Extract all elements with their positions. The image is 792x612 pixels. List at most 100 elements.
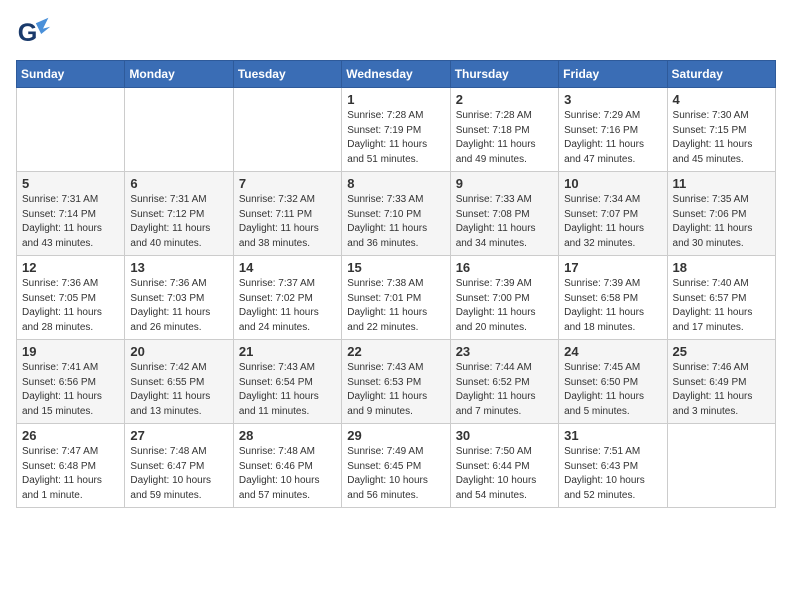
day-info: Sunrise: 7:34 AM Sunset: 7:07 PM Dayligh… [564, 193, 661, 251]
svg-text:G: G [18, 19, 38, 47]
calendar-cell: 30Sunrise: 7:50 AM Sunset: 6:44 PM Dayli… [450, 424, 558, 508]
calendar-day-header: Monday [125, 61, 233, 88]
day-info: Sunrise: 7:31 AM Sunset: 7:12 PM Dayligh… [130, 193, 227, 251]
day-info: Sunrise: 7:28 AM Sunset: 7:18 PM Dayligh… [456, 109, 553, 167]
calendar-day-header: Sunday [17, 61, 125, 88]
calendar-cell: 27Sunrise: 7:48 AM Sunset: 6:47 PM Dayli… [125, 424, 233, 508]
calendar-cell: 7 Sunrise: 7:32 AM Sunset: 7:11 PM Daylig… [233, 172, 341, 256]
calendar-day-header: Saturday [667, 61, 775, 88]
calendar-cell: 19 Sunrise: 7:41 AM Sunset: 6:56 PM Dayli… [17, 340, 125, 424]
day-number: 29 [347, 428, 444, 443]
page-header: G [16, 16, 776, 52]
day-number: 5 [22, 176, 119, 191]
calendar-cell: 23Sunrise: 7:44 AM Sunset: 6:52 PM Dayli… [450, 340, 558, 424]
day-info: Sunrise: 7:32 AM Sunset: 7:11 PM Dayligh… [239, 193, 336, 251]
calendar-day-header: Wednesday [342, 61, 450, 88]
calendar-cell: 15Sunrise: 7:38 AM Sunset: 7:01 PM Dayli… [342, 256, 450, 340]
calendar-cell [125, 88, 233, 172]
calendar-cell: 2 Sunrise: 7:28 AM Sunset: 7:18 PM Daylig… [450, 88, 558, 172]
day-info: Sunrise: 7:31 AM Sunset: 7:14 PM Dayligh… [22, 193, 119, 251]
day-number: 6 [130, 176, 227, 191]
calendar-cell: 13 Sunrise: 7:36 AM Sunset: 7:03 PM Dayli… [125, 256, 233, 340]
logo-icon: G [16, 16, 52, 52]
calendar-cell: 22 Sunrise: 7:43 AM Sunset: 6:53 PM Dayli… [342, 340, 450, 424]
day-number: 26 [22, 428, 119, 443]
day-info: Sunrise: 7:29 AM Sunset: 7:16 PM Dayligh… [564, 109, 661, 167]
calendar-table: SundayMondayTuesdayWednesdayThursdayFrid… [16, 60, 776, 508]
calendar-week-row: 19 Sunrise: 7:41 AM Sunset: 6:56 PM Dayli… [17, 340, 776, 424]
day-info: Sunrise: 7:43 AM Sunset: 6:53 PM Dayligh… [347, 361, 444, 419]
calendar-cell [17, 88, 125, 172]
day-info: Sunrise: 7:39 AM Sunset: 6:58 PM Dayligh… [564, 277, 661, 335]
calendar-cell: 3 Sunrise: 7:29 AM Sunset: 7:16 PM Daylig… [559, 88, 667, 172]
day-info: Sunrise: 7:46 AM Sunset: 6:49 PM Dayligh… [673, 361, 770, 419]
calendar-cell: 5 Sunrise: 7:31 AM Sunset: 7:14 PM Daylig… [17, 172, 125, 256]
day-number: 24 [564, 344, 661, 359]
day-number: 27 [130, 428, 227, 443]
logo: G [16, 16, 56, 52]
calendar-cell: 14Sunrise: 7:37 AM Sunset: 7:02 PM Dayli… [233, 256, 341, 340]
calendar-cell: 8Sunrise: 7:33 AM Sunset: 7:10 PM Daylig… [342, 172, 450, 256]
day-info: Sunrise: 7:40 AM Sunset: 6:57 PM Dayligh… [673, 277, 770, 335]
day-info: Sunrise: 7:33 AM Sunset: 7:10 PM Dayligh… [347, 193, 444, 251]
day-info: Sunrise: 7:43 AM Sunset: 6:54 PM Dayligh… [239, 361, 336, 419]
day-info: Sunrise: 7:41 AM Sunset: 6:56 PM Dayligh… [22, 361, 119, 419]
day-info: Sunrise: 7:42 AM Sunset: 6:55 PM Dayligh… [130, 361, 227, 419]
day-number: 25 [673, 344, 770, 359]
calendar-week-row: 26 Sunrise: 7:47 AM Sunset: 6:48 PM Dayli… [17, 424, 776, 508]
day-info: Sunrise: 7:49 AM Sunset: 6:45 PM Dayligh… [347, 445, 444, 503]
day-number: 9 [456, 176, 553, 191]
calendar-cell: 10 Sunrise: 7:34 AM Sunset: 7:07 PM Dayli… [559, 172, 667, 256]
day-number: 4 [673, 92, 770, 107]
calendar-day-header: Thursday [450, 61, 558, 88]
day-number: 2 [456, 92, 553, 107]
day-info: Sunrise: 7:47 AM Sunset: 6:48 PM Dayligh… [22, 445, 119, 503]
day-number: 16 [456, 260, 553, 275]
calendar-cell: 24 Sunrise: 7:45 AM Sunset: 6:50 PM Dayli… [559, 340, 667, 424]
calendar-cell: 25 Sunrise: 7:46 AM Sunset: 6:49 PM Dayli… [667, 340, 775, 424]
day-info: Sunrise: 7:48 AM Sunset: 6:46 PM Dayligh… [239, 445, 336, 503]
calendar-cell: 20 Sunrise: 7:42 AM Sunset: 6:55 PM Dayli… [125, 340, 233, 424]
day-info: Sunrise: 7:50 AM Sunset: 6:44 PM Dayligh… [456, 445, 553, 503]
calendar-day-header: Friday [559, 61, 667, 88]
calendar-week-row: 1 Sunrise: 7:28 AM Sunset: 7:19 PM Daylig… [17, 88, 776, 172]
day-number: 20 [130, 344, 227, 359]
day-number: 23 [456, 344, 553, 359]
day-number: 21 [239, 344, 336, 359]
calendar-cell: 12Sunrise: 7:36 AM Sunset: 7:05 PM Dayli… [17, 256, 125, 340]
calendar-cell: 28 Sunrise: 7:48 AM Sunset: 6:46 PM Dayli… [233, 424, 341, 508]
calendar-week-row: 12Sunrise: 7:36 AM Sunset: 7:05 PM Dayli… [17, 256, 776, 340]
calendar-week-row: 5 Sunrise: 7:31 AM Sunset: 7:14 PM Daylig… [17, 172, 776, 256]
day-number: 1 [347, 92, 444, 107]
day-info: Sunrise: 7:30 AM Sunset: 7:15 PM Dayligh… [673, 109, 770, 167]
calendar-cell: 4 Sunrise: 7:30 AM Sunset: 7:15 PM Daylig… [667, 88, 775, 172]
day-number: 11 [673, 176, 770, 191]
calendar-cell [233, 88, 341, 172]
day-number: 7 [239, 176, 336, 191]
calendar-cell: 1 Sunrise: 7:28 AM Sunset: 7:19 PM Daylig… [342, 88, 450, 172]
calendar-cell: 9Sunrise: 7:33 AM Sunset: 7:08 PM Daylig… [450, 172, 558, 256]
day-info: Sunrise: 7:28 AM Sunset: 7:19 PM Dayligh… [347, 109, 444, 167]
calendar-cell: 31Sunrise: 7:51 AM Sunset: 6:43 PM Dayli… [559, 424, 667, 508]
day-info: Sunrise: 7:45 AM Sunset: 6:50 PM Dayligh… [564, 361, 661, 419]
calendar-cell: 18 Sunrise: 7:40 AM Sunset: 6:57 PM Dayli… [667, 256, 775, 340]
calendar-day-header: Tuesday [233, 61, 341, 88]
day-info: Sunrise: 7:37 AM Sunset: 7:02 PM Dayligh… [239, 277, 336, 335]
calendar-cell: 17 Sunrise: 7:39 AM Sunset: 6:58 PM Dayli… [559, 256, 667, 340]
day-number: 3 [564, 92, 661, 107]
calendar-header-row: SundayMondayTuesdayWednesdayThursdayFrid… [17, 61, 776, 88]
day-number: 17 [564, 260, 661, 275]
day-number: 18 [673, 260, 770, 275]
day-info: Sunrise: 7:36 AM Sunset: 7:03 PM Dayligh… [130, 277, 227, 335]
calendar-cell: 6 Sunrise: 7:31 AM Sunset: 7:12 PM Daylig… [125, 172, 233, 256]
day-info: Sunrise: 7:35 AM Sunset: 7:06 PM Dayligh… [673, 193, 770, 251]
day-number: 31 [564, 428, 661, 443]
day-number: 12 [22, 260, 119, 275]
day-number: 13 [130, 260, 227, 275]
day-number: 10 [564, 176, 661, 191]
day-number: 22 [347, 344, 444, 359]
calendar-cell: 16Sunrise: 7:39 AM Sunset: 7:00 PM Dayli… [450, 256, 558, 340]
day-number: 19 [22, 344, 119, 359]
day-info: Sunrise: 7:38 AM Sunset: 7:01 PM Dayligh… [347, 277, 444, 335]
day-number: 28 [239, 428, 336, 443]
